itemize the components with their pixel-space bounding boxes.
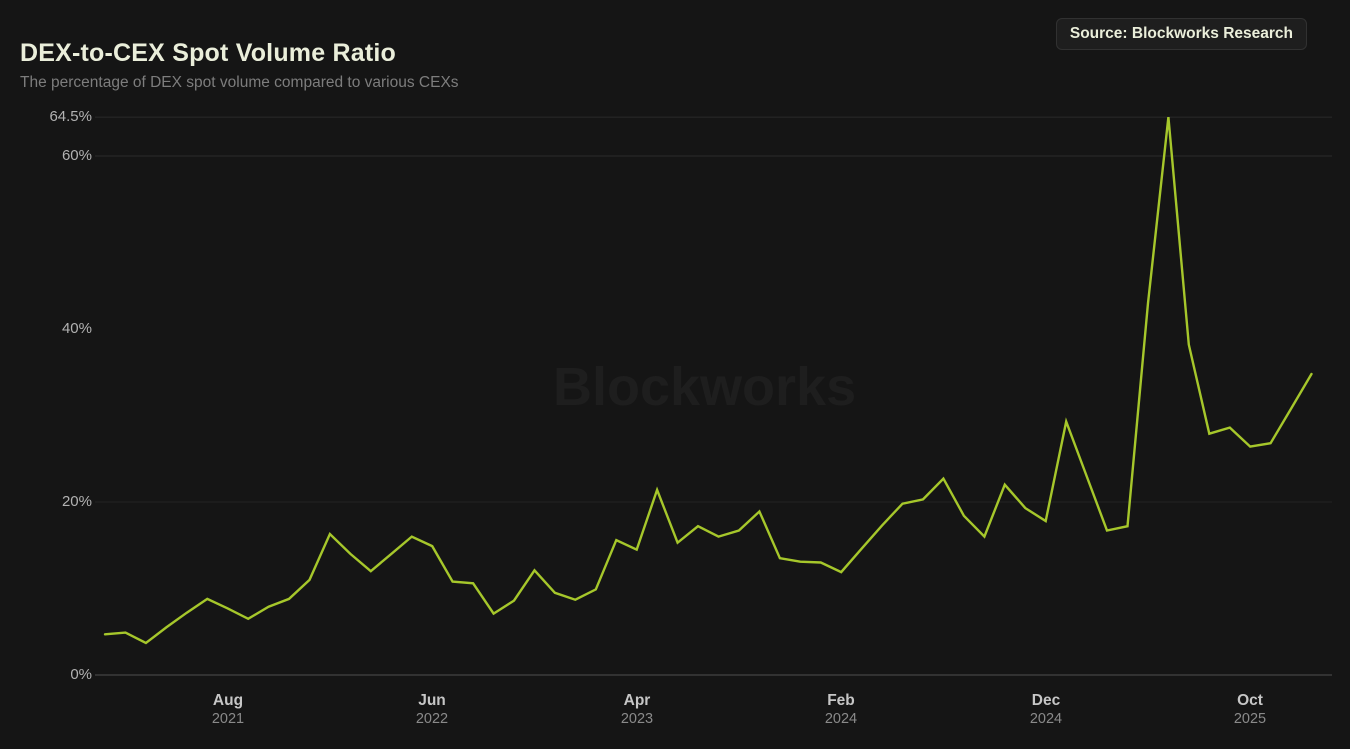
x-axis-tick: Oct 2025 [1185,692,1315,727]
y-axis-tick-label: 60% [20,147,92,165]
x-axis-tick-month: Dec [981,692,1111,710]
x-axis-tick: Apr 2023 [572,692,702,727]
x-axis-tick-year: 2021 [163,711,293,727]
page-subtitle: The percentage of DEX spot volume compar… [20,74,459,92]
x-axis-tick: Aug 2021 [163,692,293,727]
page-title: DEX-to-CEX Spot Volume Ratio [20,39,396,68]
gridlines [95,117,1332,675]
y-axis-tick-label: 40% [20,320,92,338]
source-badge: Source: Blockworks Research [1056,18,1307,50]
line-chart [0,0,1350,749]
y-axis-tick-label: 0% [20,666,92,684]
x-axis-tick-month: Apr [572,692,702,710]
y-axis-tick-label: 20% [20,493,92,511]
x-axis-tick-year: 2022 [367,711,497,727]
x-axis-tick-month: Aug [163,692,293,710]
x-axis-tick-year: 2024 [981,711,1111,727]
x-axis-tick-month: Jun [367,692,497,710]
x-axis-tick-year: 2025 [1185,711,1315,727]
chart-page: Blockworks DEX-to-CEX Spot Volume Ratio … [0,0,1350,749]
x-axis-tick-year: 2023 [572,711,702,727]
x-axis-tick-month: Oct [1185,692,1315,710]
x-axis-tick: Feb 2024 [776,692,906,727]
x-axis-tick: Jun 2022 [367,692,497,727]
x-axis-tick: Dec 2024 [981,692,1111,727]
series-line-dex-cex-ratio [105,117,1312,643]
x-axis-tick-year: 2024 [776,711,906,727]
y-axis-tick-label: 64.5% [20,108,92,126]
x-axis-tick-month: Feb [776,692,906,710]
